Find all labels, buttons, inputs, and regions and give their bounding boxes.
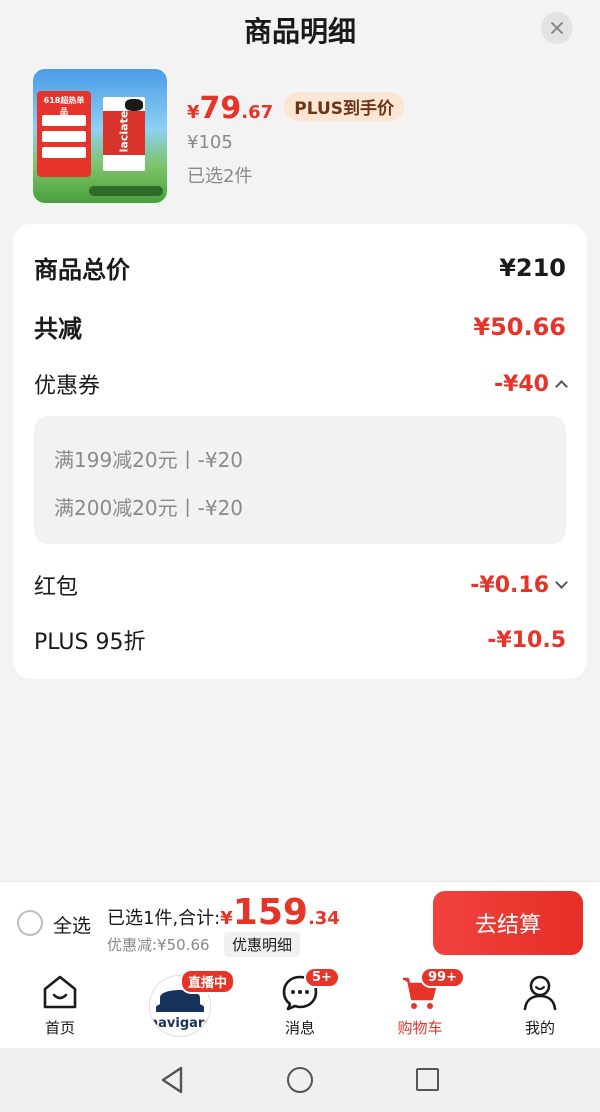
tab-live[interactable]: navigare 直播中 [120,965,240,1048]
plus-discount-row: PLUS 95折 -¥10.5 [34,624,566,656]
plus-price: ¥79.67 [187,91,274,126]
total-value: ¥210 [499,253,566,282]
coupon-row[interactable]: 优惠券 -¥40 [34,368,568,400]
checkout-bar: 全选 已选1件,合计:¥159.34 优惠减:¥50.66 优惠明细 去结算 [0,881,600,965]
message-badge: 5+ [304,967,340,988]
tab-messages[interactable]: 5+ 消息 [240,965,360,1048]
system-navigation-bar [0,1048,600,1112]
tab-label: 消息 [284,1019,315,1037]
tab-label: 首页 [44,1019,75,1037]
selected-quantity: 已选2件 [187,166,253,187]
cart-badge: 99+ [420,967,465,988]
reduction-value: ¥50.66 [473,312,566,341]
back-icon[interactable] [159,1065,185,1095]
order-total: 已选1件,合计:¥159.34 [107,892,340,933]
red-packet-value-wrap: -¥0.16 [470,572,568,598]
coupon-value: -¥40 [493,371,549,397]
price-row: ¥79.67 PLUS到手价 [187,91,404,131]
red-packet-value: -¥0.16 [470,572,549,598]
recents-icon[interactable] [416,1068,439,1091]
total-amount: 159 [232,892,308,933]
reduction-row: 共减 ¥50.66 [34,309,566,344]
home-icon [43,975,77,1009]
red-packet-row[interactable]: 红包 -¥0.16 [34,569,568,601]
coupon-item: 满199减20元丨-¥20 [54,448,244,472]
sheet-title: 商品明细 [243,15,356,48]
plus-discount-value: -¥10.5 [487,627,566,653]
tab-label: 购物车 [397,1019,443,1037]
coupon-list: 满199减20元丨-¥20 满200减20元丨-¥20 [34,416,566,544]
product-image[interactable]: 618超热单品 laciate [33,69,167,203]
plus-price-badge: PLUS到手价 [284,92,404,121]
bottom-tab-bar: 首页 navigare 直播中 5+ 消息 99+ 购物车 我的 [0,965,600,1048]
original-price: ¥105 [187,132,233,153]
home-circle-icon[interactable] [287,1067,313,1093]
tab-home[interactable]: 首页 [0,965,120,1048]
price-detail-card: 商品总价 ¥210 共减 ¥50.66 优惠券 -¥40 满199减20元丨-¥… [13,224,587,679]
total-row: 商品总价 ¥210 [34,250,566,285]
select-all-label[interactable]: 全选 [53,911,91,938]
reduction-label: 共减 [34,315,82,343]
profile-icon [523,975,557,1011]
red-packet-label: 红包 [34,575,79,600]
checkout-button[interactable]: 去结算 [433,891,583,955]
product-summary: 618超热单品 laciate ¥79.67 PLUS到手价 ¥105 已选2件 [33,69,567,203]
coupon-item: 满200减20元丨-¥20 [54,496,244,520]
select-all-checkbox[interactable] [17,910,43,936]
avatar-brand: navigare [149,1016,211,1031]
chevron-down-icon[interactable] [555,576,568,589]
coupon-label: 优惠券 [34,374,101,399]
coupon-value-wrap: -¥40 [493,371,568,397]
sheet-header: 商品明细 [0,0,600,58]
promo-card-text: 618超热单品 [43,96,85,116]
tab-profile[interactable]: 我的 [480,965,600,1048]
discount-detail-button[interactable]: 优惠明细 [224,932,301,957]
summary-prefix: 已选1件,合计: [107,908,221,929]
milk-carton-graphic: laciate [103,97,145,171]
plus-discount-label: PLUS 95折 [34,630,146,655]
tab-cart[interactable]: 99+ 购物车 [360,965,480,1048]
promo-card: 618超热单品 [37,91,91,177]
discount-summary: 优惠减:¥50.66 [107,936,210,954]
live-badge: 直播中 [180,969,236,994]
tab-label: 我的 [524,1019,555,1037]
close-icon[interactable] [541,12,573,44]
chevron-up-icon[interactable] [555,380,568,393]
carton-brand: laciate [117,110,131,153]
total-label: 商品总价 [34,256,130,284]
